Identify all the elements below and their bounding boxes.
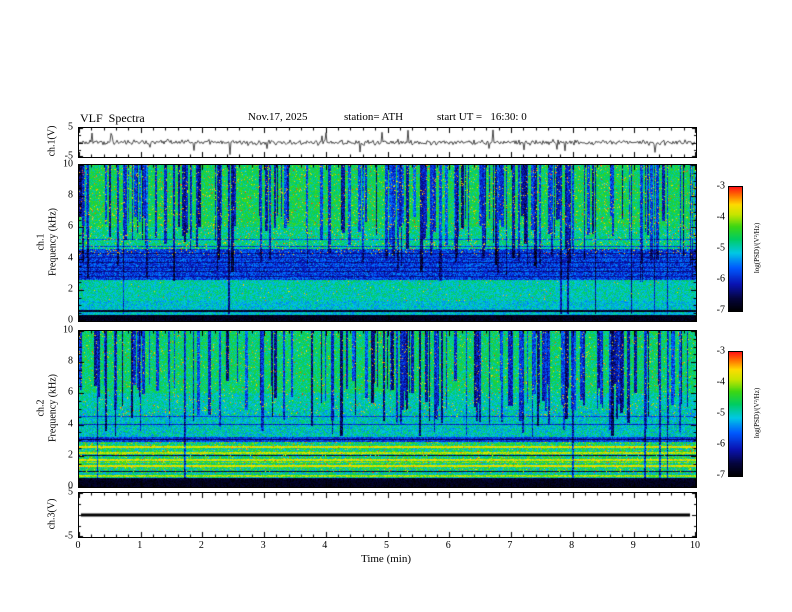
plot-station: station= ATH bbox=[344, 111, 404, 123]
time-axis-label: Time (min) bbox=[360, 553, 412, 565]
vlf-spectra-figure: VLF Spectra Nov.17, 2025 station= ATH st… bbox=[0, 0, 792, 612]
y-tick-label: 8 bbox=[68, 189, 73, 201]
x-tick-label: 4 bbox=[322, 540, 328, 551]
colorbar-tick-label: -5 bbox=[716, 407, 725, 419]
x-tick-label: 7 bbox=[507, 540, 513, 551]
colorbar-tick-label: -6 bbox=[716, 273, 725, 285]
ch2-spectrogram-canvas bbox=[78, 330, 697, 488]
y-tick-label: 6 bbox=[68, 386, 73, 398]
x-tick-label: 8 bbox=[569, 540, 575, 551]
colorbar-tick-label: -6 bbox=[716, 438, 725, 450]
x-tick-label: 6 bbox=[445, 540, 451, 551]
x-tick-label: 9 bbox=[630, 540, 636, 551]
ch2-frequency-axis-label: ch.2 Frequency (kHz) bbox=[36, 374, 59, 442]
colorbar1-unit-label: log(PSD)/(V²/Hz) bbox=[753, 222, 761, 274]
y-tick-label: 6 bbox=[68, 220, 73, 232]
x-tick-label: 1 bbox=[137, 540, 143, 551]
ch1-waveform-canvas bbox=[78, 127, 697, 158]
colorbar-ch2 bbox=[728, 351, 743, 477]
ch2-frequency-axis-label-line2: Frequency (kHz) bbox=[47, 373, 58, 443]
ch3-waveform-canvas bbox=[78, 492, 697, 538]
ch1-spectrogram-canvas bbox=[78, 164, 697, 322]
y-tick-label: 10 bbox=[63, 324, 73, 336]
y-tick-label: 8 bbox=[68, 355, 73, 367]
colorbar-ch1 bbox=[728, 186, 743, 312]
ch1-voltage-axis-label: ch.1(V) bbox=[46, 125, 58, 157]
ch1-frequency-axis-label-line2: Frequency (kHz) bbox=[47, 207, 58, 277]
ch1-frequency-axis-label-line1: ch.1 bbox=[35, 233, 47, 251]
y-tick-label: 4 bbox=[68, 252, 73, 264]
colorbar-tick-label: -3 bbox=[716, 345, 725, 357]
colorbar-tick-label: -7 bbox=[716, 304, 725, 316]
colorbar-tick-label: -4 bbox=[716, 211, 725, 223]
y-tick-label: 5 bbox=[68, 486, 73, 498]
plot-date: Nov.17, 2025 bbox=[248, 111, 308, 123]
colorbar-tick-label: -4 bbox=[716, 376, 725, 388]
colorbar2-unit-label: log(PSD)/(V²/Hz) bbox=[753, 387, 761, 439]
plot-start-ut: start UT = 16:30: 0 bbox=[437, 111, 527, 123]
colorbar-tick-label: -3 bbox=[716, 180, 725, 192]
plot-title: VLF Spectra bbox=[80, 111, 145, 125]
x-tick-label: 0 bbox=[75, 540, 81, 551]
colorbar-tick-label: -7 bbox=[716, 469, 725, 481]
y-tick-label: 2 bbox=[68, 449, 73, 461]
x-tick-label: 5 bbox=[384, 540, 389, 551]
ch2-frequency-axis-label-line1: ch.2 bbox=[35, 399, 47, 417]
y-tick-label: 5 bbox=[68, 121, 73, 133]
x-tick-label: 10 bbox=[690, 540, 700, 551]
x-tick-label: 2 bbox=[198, 540, 204, 551]
y-tick-label: 2 bbox=[68, 283, 73, 295]
y-tick-label: -5 bbox=[64, 530, 73, 542]
ch1-frequency-axis-label: ch.1 Frequency (kHz) bbox=[36, 208, 59, 276]
y-tick-label: 10 bbox=[63, 158, 73, 170]
y-tick-label: 4 bbox=[68, 418, 73, 430]
x-tick-label: 3 bbox=[260, 540, 266, 551]
ch3-voltage-axis-label: ch.3(V) bbox=[46, 498, 58, 530]
colorbar-tick-label: -5 bbox=[716, 242, 725, 254]
